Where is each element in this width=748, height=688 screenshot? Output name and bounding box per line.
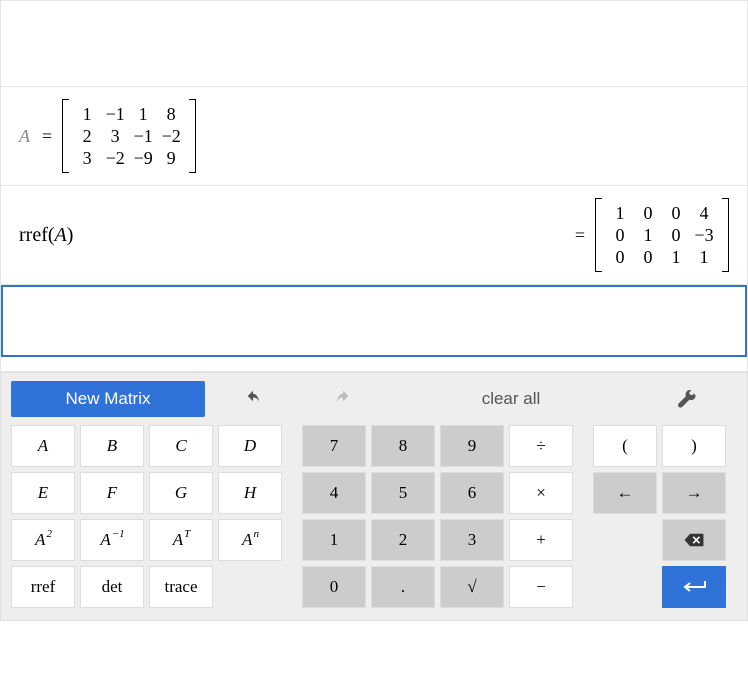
num-key-−[interactable]: − — [509, 566, 573, 608]
keypad: New Matrix clear all ABCD EFGH A2A−1ATAn rr… — [0, 372, 748, 621]
var-key-B[interactable]: B — [80, 425, 144, 467]
matrix-cell: 1 — [129, 104, 157, 125]
equals-sign: = — [575, 225, 585, 246]
matrix-cell: 0 — [634, 247, 662, 268]
matrix-cell: 2 — [73, 126, 101, 147]
num-key-+[interactable]: + — [509, 519, 573, 561]
matrix-cell: 1 — [690, 247, 718, 268]
var-key-G[interactable]: G — [149, 472, 213, 514]
undo-button[interactable] — [211, 381, 295, 417]
new-matrix-button[interactable]: New Matrix — [11, 381, 205, 417]
matrix-cell: −3 — [690, 225, 718, 246]
matrix-result: 1004010−30011 — [595, 198, 729, 272]
matrix-cell: −2 — [157, 126, 185, 147]
var-key-E[interactable]: E — [11, 472, 75, 514]
history-row-define-A[interactable]: A = 1−11823−1−23−2−99 — [1, 87, 747, 186]
var-key-D[interactable]: D — [218, 425, 282, 467]
num-key-8[interactable]: 8 — [371, 425, 435, 467]
matrix-cell: 0 — [606, 225, 634, 246]
expression-input[interactable] — [1, 285, 747, 357]
num-key-7[interactable]: 7 — [302, 425, 366, 467]
num-key-.[interactable]: . — [371, 566, 435, 608]
num-key-2[interactable]: 2 — [371, 519, 435, 561]
func-key-rref[interactable]: rref — [11, 566, 75, 608]
arrow-left-key[interactable]: ← — [593, 472, 657, 514]
undo-icon — [242, 390, 264, 408]
func-key-det[interactable]: det — [80, 566, 144, 608]
num-key-0[interactable]: 0 — [302, 566, 366, 608]
equals-sign: = — [42, 126, 52, 147]
history-row-rref[interactable]: rref(A) = 1004010−30011 — [1, 186, 747, 285]
matrix-cell: 3 — [101, 126, 129, 147]
history-row-blank — [1, 1, 747, 87]
paren-left-key[interactable]: ( — [593, 425, 657, 467]
redo-icon — [332, 390, 354, 408]
var-key-A[interactable]: A — [11, 425, 75, 467]
arrow-right-key[interactable]: → — [662, 472, 726, 514]
matrix-cell: 0 — [634, 203, 662, 224]
paren-right-key[interactable]: ) — [662, 425, 726, 467]
op-key-A2[interactable]: A2 — [11, 519, 75, 561]
clear-all-button[interactable]: clear all — [391, 381, 631, 417]
var-key-H[interactable]: H — [218, 472, 282, 514]
matrix-cell: 1 — [634, 225, 662, 246]
matrix-cell: 4 — [690, 203, 718, 224]
num-key-6[interactable]: 6 — [440, 472, 504, 514]
matrix-cell: 0 — [662, 203, 690, 224]
matrix-cell: −2 — [101, 148, 129, 169]
matrix-cell: 0 — [662, 225, 690, 246]
num-key-1[interactable]: 1 — [302, 519, 366, 561]
empty-key — [593, 566, 657, 608]
redo-button[interactable] — [301, 381, 385, 417]
matrix-cell: 8 — [157, 104, 185, 125]
control-pad: ( ) ← → — [593, 425, 726, 608]
variable-pad: ABCD EFGH A2A−1ATAn rrefdettrace — [11, 425, 282, 608]
variable-name: A — [19, 126, 30, 147]
wrench-icon — [676, 390, 698, 408]
matrix-cell: 1 — [662, 247, 690, 268]
number-pad: 789÷ 456× 123+0.√− — [302, 425, 573, 608]
op-key-AT[interactable]: AT — [149, 519, 213, 561]
matrix-cell: 0 — [606, 247, 634, 268]
matrix-cell: 1 — [73, 104, 101, 125]
num-key-÷[interactable]: ÷ — [509, 425, 573, 467]
history-panel: A = 1−11823−1−23−2−99 rref(A) = 1004010−… — [0, 0, 748, 372]
matrix-cell: 1 — [606, 203, 634, 224]
matrix-cell: 3 — [73, 148, 101, 169]
matrix-cell: 9 — [157, 148, 185, 169]
num-key-5[interactable]: 5 — [371, 472, 435, 514]
matrix-cell: −9 — [129, 148, 157, 169]
num-key-9[interactable]: 9 — [440, 425, 504, 467]
empty-key — [218, 566, 282, 608]
matrix-A: 1−11823−1−23−2−99 — [62, 99, 196, 173]
func-key-trace[interactable]: trace — [149, 566, 213, 608]
var-key-F[interactable]: F — [80, 472, 144, 514]
op-key-An[interactable]: An — [218, 519, 282, 561]
var-key-C[interactable]: C — [149, 425, 213, 467]
backspace-icon — [683, 531, 705, 549]
enter-icon — [679, 579, 709, 595]
num-key-×[interactable]: × — [509, 472, 573, 514]
enter-key[interactable] — [662, 566, 726, 608]
matrix-cell: −1 — [101, 104, 129, 125]
num-key-4[interactable]: 4 — [302, 472, 366, 514]
num-key-√[interactable]: √ — [440, 566, 504, 608]
matrix-cell: −1 — [129, 126, 157, 147]
settings-button[interactable] — [637, 381, 737, 417]
op-key-A−1[interactable]: A−1 — [80, 519, 144, 561]
backspace-key[interactable] — [662, 519, 726, 561]
function-call: rref(A) — [19, 224, 73, 247]
num-key-3[interactable]: 3 — [440, 519, 504, 561]
empty-key — [593, 519, 657, 561]
